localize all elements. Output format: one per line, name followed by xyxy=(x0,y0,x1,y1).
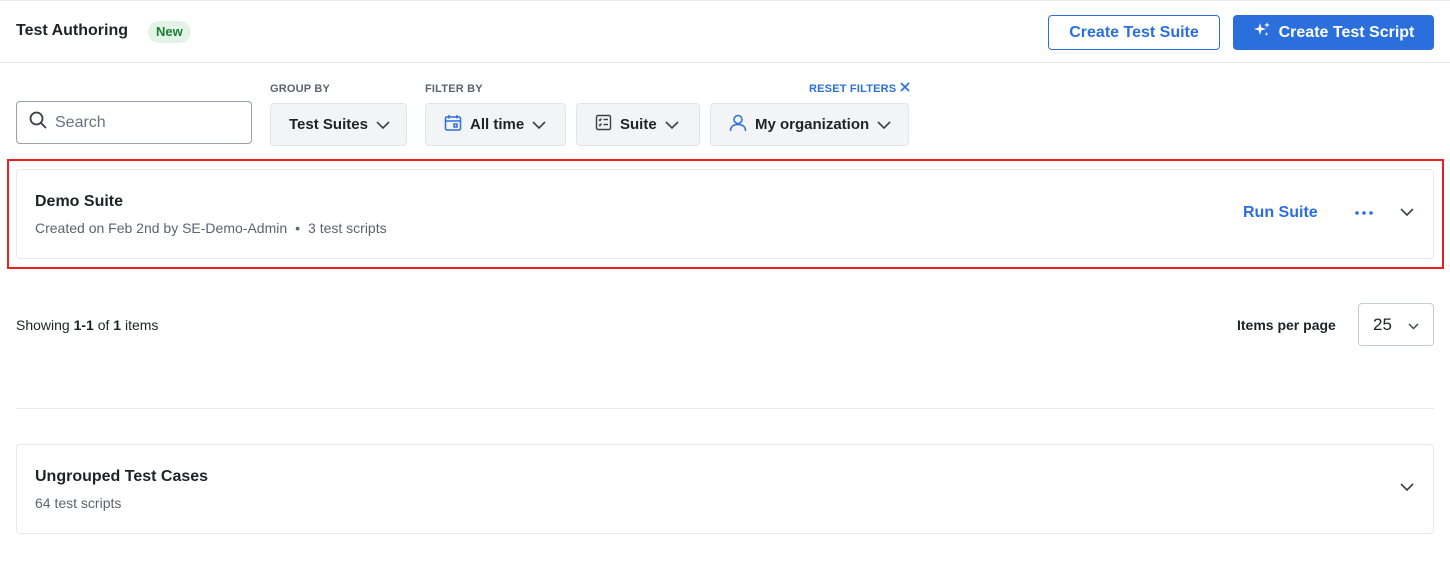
separator-dot: • xyxy=(295,220,301,236)
chevron-down-icon xyxy=(1408,315,1419,335)
more-options-icon[interactable] xyxy=(1353,202,1375,224)
page-title: Test Authoring xyxy=(16,22,128,39)
items-per-page-label: Items per page xyxy=(1237,317,1336,333)
suite-icon xyxy=(595,114,612,135)
calendar-icon xyxy=(444,114,462,136)
chevron-down-icon xyxy=(877,116,891,133)
user-icon xyxy=(729,114,747,136)
organization-filter-value: My organization xyxy=(755,116,870,133)
organization-filter-dropdown[interactable]: My organization xyxy=(710,103,909,146)
group-by-label: GROUP BY xyxy=(270,83,331,95)
search-input[interactable] xyxy=(55,113,235,132)
showing-total: 1 xyxy=(113,317,122,333)
suite-meta: Created on Feb 2nd by SE-Demo-Admin • 3 te… xyxy=(35,220,387,236)
reset-filters-button[interactable]: RESET FILTERS xyxy=(809,82,910,95)
search-box[interactable] xyxy=(16,101,252,144)
suite-script-count: 3 test scripts xyxy=(308,220,387,236)
create-test-suite-button[interactable]: Create Test Suite xyxy=(1048,15,1220,50)
sparkle-icon xyxy=(1253,21,1271,44)
time-filter-dropdown[interactable]: All time xyxy=(425,103,566,146)
filter-by-label: FILTER BY xyxy=(425,83,483,95)
type-filter-value: Suite xyxy=(620,116,657,133)
group-by-dropdown[interactable]: Test Suites xyxy=(270,103,407,146)
ungrouped-count: 64 test scripts xyxy=(35,495,122,511)
create-test-script-button[interactable]: Create Test Script xyxy=(1233,15,1434,50)
top-bar: Test Authoring New Create Test Suite Cre… xyxy=(0,0,1450,63)
showing-range: 1-1 xyxy=(73,317,94,333)
showing-prefix: Showing xyxy=(16,317,70,333)
items-per-page-value: 25 xyxy=(1373,314,1392,334)
expand-chevron-icon[interactable] xyxy=(1397,477,1417,497)
pagination-summary: Showing 1-1 of 1 items xyxy=(16,317,158,333)
chevron-down-icon xyxy=(376,116,390,133)
group-by-value: Test Suites xyxy=(289,116,368,133)
reset-filters-label: RESET FILTERS xyxy=(809,82,897,95)
suite-name: Demo Suite xyxy=(35,193,124,210)
chevron-down-icon xyxy=(665,116,679,133)
showing-of: of xyxy=(97,317,110,333)
chevron-down-icon xyxy=(532,116,546,133)
search-icon xyxy=(29,111,47,134)
expand-chevron-icon[interactable] xyxy=(1397,202,1417,222)
ungrouped-title: Ungrouped Test Cases xyxy=(35,468,209,485)
time-filter-value: All time xyxy=(470,116,525,133)
type-filter-dropdown[interactable]: Suite xyxy=(576,103,700,146)
ungrouped-card[interactable]: Ungrouped Test Cases 64 test scripts xyxy=(16,444,1434,534)
suite-card[interactable]: Demo Suite Created on Feb 2nd by SE-Demo… xyxy=(16,169,1434,259)
new-badge: New xyxy=(148,21,191,43)
items-per-page-select[interactable]: 25 xyxy=(1358,303,1434,346)
showing-items: items xyxy=(124,317,159,333)
close-icon xyxy=(900,82,910,95)
run-suite-button[interactable]: Run Suite xyxy=(1243,204,1318,222)
create-test-script-label: Create Test Script xyxy=(1278,23,1415,41)
section-divider xyxy=(16,408,1434,409)
suite-created: Created on Feb 2nd by SE-Demo-Admin xyxy=(35,220,288,236)
